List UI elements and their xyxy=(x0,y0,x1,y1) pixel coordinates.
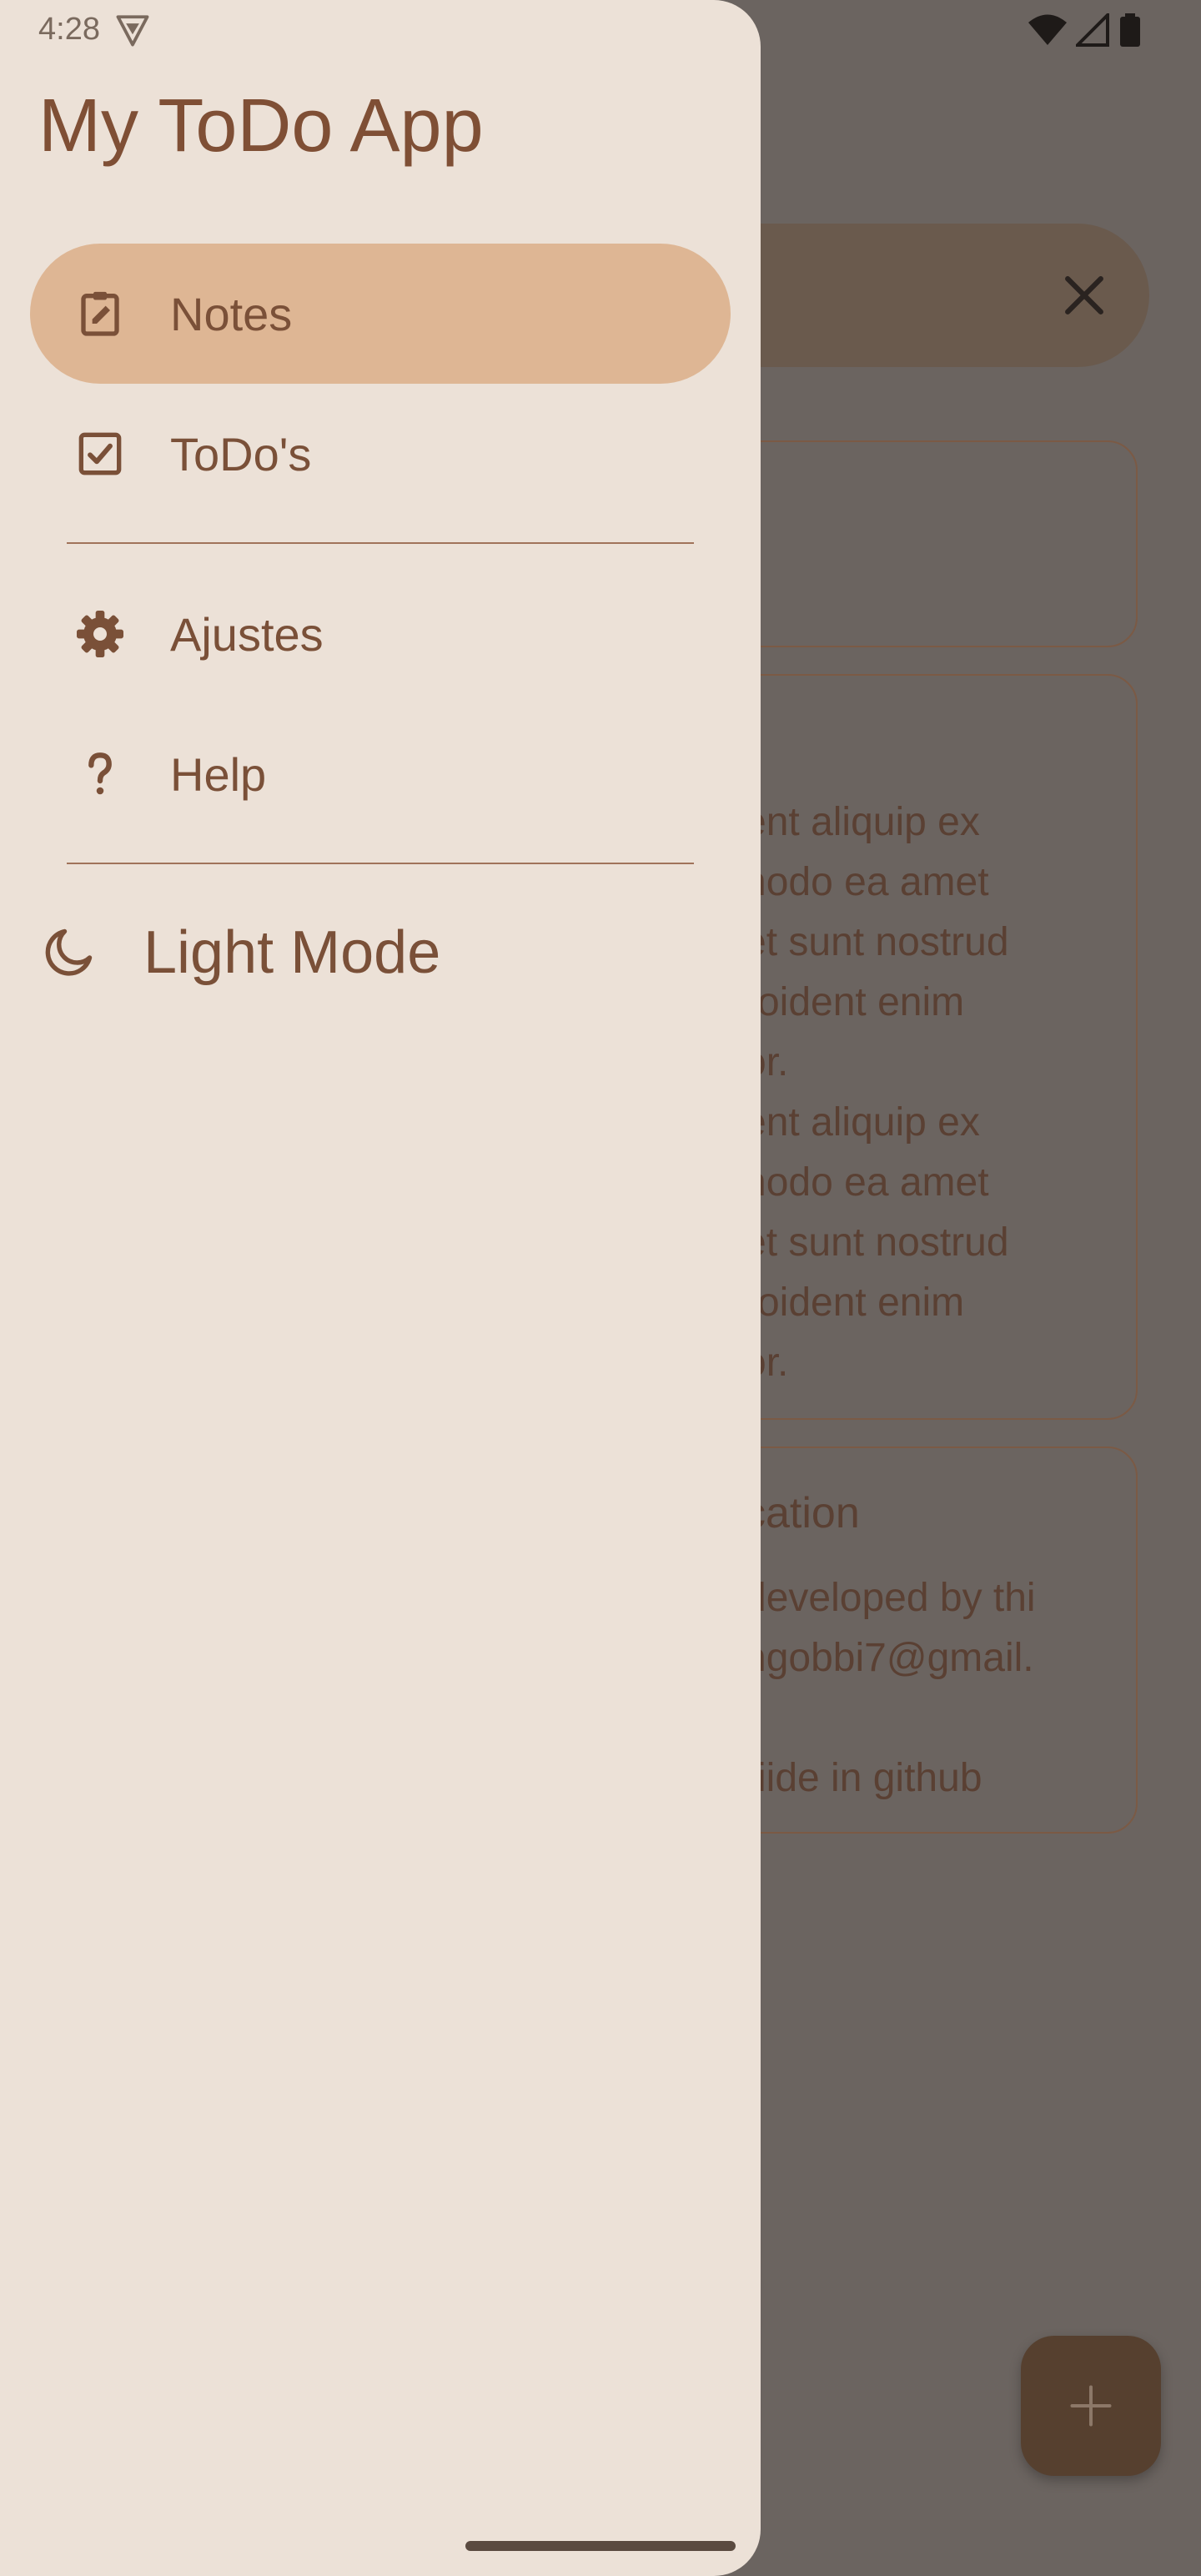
vpn-shield-icon xyxy=(116,14,149,46)
drawer-item-label: Help xyxy=(170,747,267,801)
signal-icon xyxy=(1076,13,1109,47)
note-edit-icon xyxy=(73,287,127,340)
note-body: developed by thi ngobbi7@gmail. riide in… xyxy=(744,1576,1036,1800)
theme-toggle-label: Light Mode xyxy=(143,919,441,986)
drawer-item-label: Ajustes xyxy=(170,607,324,661)
status-time: 4:28 xyxy=(38,12,100,47)
home-indicator[interactable] xyxy=(465,2541,736,2551)
navigation-drawer: 4:28 My ToDo App Notes ToDo's Ajustes He… xyxy=(0,0,761,2576)
drawer-title: My ToDo App xyxy=(38,84,484,168)
divider xyxy=(67,863,694,864)
status-icons xyxy=(1028,13,1141,47)
divider xyxy=(67,542,694,544)
drawer-item-help[interactable]: Help xyxy=(30,704,731,844)
moon-icon xyxy=(45,928,93,976)
note-title: cation xyxy=(744,1489,860,1537)
add-note-button[interactable] xyxy=(1021,2336,1161,2476)
close-icon[interactable] xyxy=(1056,267,1113,324)
checkbox-icon xyxy=(73,427,127,480)
drawer-item-settings[interactable]: Ajustes xyxy=(30,564,731,704)
drawer-item-notes[interactable]: Notes xyxy=(30,244,731,384)
question-icon xyxy=(73,747,127,801)
plus-icon xyxy=(1070,2385,1112,2427)
gear-icon xyxy=(73,607,127,661)
status-bar: 4:28 xyxy=(38,12,150,48)
drawer-item-todos[interactable]: ToDo's xyxy=(30,384,731,524)
note-body: ent aliquip ex nodo ea amet et sunt nost… xyxy=(744,800,1009,1385)
wifi-icon xyxy=(1028,14,1067,45)
theme-toggle[interactable]: Light Mode xyxy=(38,913,440,993)
battery-icon xyxy=(1120,13,1140,47)
drawer-item-label: Notes xyxy=(170,287,293,340)
drawer-item-label: ToDo's xyxy=(170,427,312,480)
